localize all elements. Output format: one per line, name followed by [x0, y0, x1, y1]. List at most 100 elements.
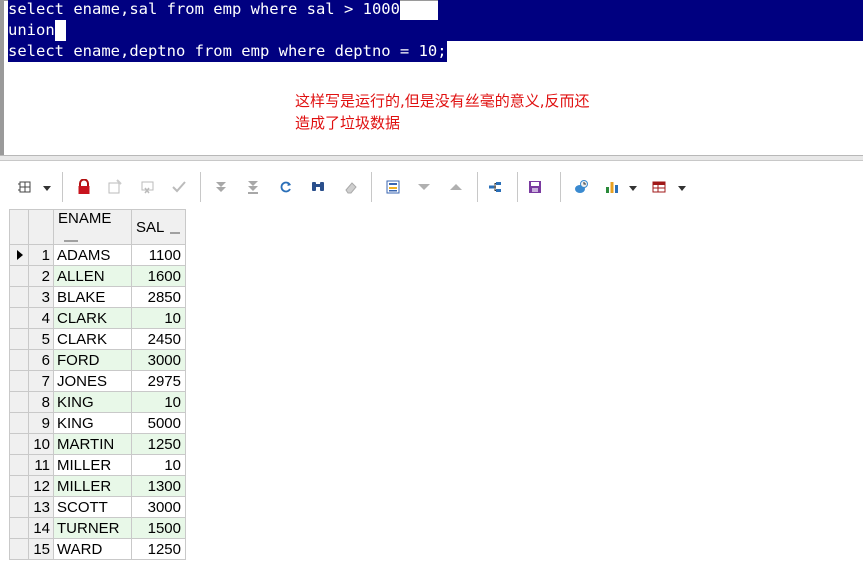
row-number: 3: [28, 286, 54, 308]
row-number: 12: [28, 475, 54, 497]
row-indicator[interactable]: [9, 244, 29, 266]
cell-sal[interactable]: 1600: [131, 265, 186, 287]
refresh-icon[interactable]: [275, 176, 297, 198]
row-number: 14: [28, 517, 54, 539]
post-changes-icon[interactable]: [168, 176, 190, 198]
column-header-ename[interactable]: ENAME: [53, 209, 132, 245]
cell-ename[interactable]: BLAKE: [53, 286, 132, 308]
chart-icon[interactable]: [601, 176, 623, 198]
link-icon[interactable]: [570, 176, 592, 198]
cell-sal[interactable]: 10: [131, 391, 186, 413]
row-indicator[interactable]: [9, 412, 29, 434]
toolbar-divider: [200, 172, 201, 202]
table-row[interactable]: 10 MARTIN 1250: [9, 433, 186, 455]
cell-sal[interactable]: 1500: [131, 517, 186, 539]
cell-ename[interactable]: MILLER: [53, 454, 132, 476]
grid-body: 1 ADAMS 1100 2 ALLEN 1600 3 BLAKE 2850 4 CLARK 10 5 C…: [9, 244, 186, 560]
chevron-down-icon[interactable]: [629, 186, 637, 191]
cell-ename[interactable]: ALLEN: [53, 265, 132, 287]
cell-ename[interactable]: FORD: [53, 349, 132, 371]
cell-ename[interactable]: TURNER: [53, 517, 132, 539]
cell-sal[interactable]: 1250: [131, 538, 186, 560]
sort-indicator[interactable]: [64, 240, 78, 242]
table-row[interactable]: 8 KING 10: [9, 391, 186, 413]
table-row[interactable]: 3 BLAKE 2850: [9, 286, 186, 308]
chevron-down-icon[interactable]: [678, 186, 686, 191]
row-indicator[interactable]: [9, 496, 29, 518]
table-row[interactable]: 6 FORD 3000: [9, 349, 186, 371]
clear-icon[interactable]: [340, 176, 362, 198]
column-header-sal[interactable]: SAL: [131, 209, 186, 245]
toolbar-divider: [560, 172, 561, 202]
next-record-icon[interactable]: [445, 176, 467, 198]
grid-options-icon[interactable]: [14, 176, 36, 198]
table-row[interactable]: 15 WARD 1250: [9, 538, 186, 560]
row-indicator[interactable]: [9, 265, 29, 287]
sql-line-1[interactable]: select ename,sal from emp where sal > 10…: [8, 0, 400, 20]
cell-sal[interactable]: 5000: [131, 412, 186, 434]
cell-ename[interactable]: WARD: [53, 538, 132, 560]
fetch-next-icon[interactable]: [210, 176, 232, 198]
row-indicator[interactable]: [9, 538, 29, 560]
cell-ename[interactable]: MILLER: [53, 475, 132, 497]
new-record-icon[interactable]: [104, 176, 126, 198]
row-indicator[interactable]: [9, 454, 29, 476]
row-indicator[interactable]: [9, 433, 29, 455]
row-indicator[interactable]: [9, 475, 29, 497]
export-icon[interactable]: [484, 176, 506, 198]
sql-line-2[interactable]: union: [8, 20, 55, 41]
cell-sal[interactable]: 1250: [131, 433, 186, 455]
cell-sal[interactable]: 2450: [131, 328, 186, 350]
row-indicator[interactable]: [9, 349, 29, 371]
row-indicator[interactable]: [9, 517, 29, 539]
row-indicator[interactable]: [9, 286, 29, 308]
cell-ename[interactable]: SCOTT: [53, 496, 132, 518]
table-row[interactable]: 13 SCOTT 3000: [9, 496, 186, 518]
table-row[interactable]: 2 ALLEN 1600: [9, 265, 186, 287]
current-row-arrow-icon: [17, 250, 23, 260]
previous-record-icon[interactable]: [413, 176, 435, 198]
row-number: 4: [28, 307, 54, 329]
table-row[interactable]: 7 JONES 2975: [9, 370, 186, 392]
query-by-example-icon[interactable]: [382, 176, 404, 198]
table-row[interactable]: 14 TURNER 1500: [9, 517, 186, 539]
cell-sal[interactable]: 2850: [131, 286, 186, 308]
cell-sal[interactable]: 2975: [131, 370, 186, 392]
cell-ename[interactable]: JONES: [53, 370, 132, 392]
cell-sal[interactable]: 10: [131, 454, 186, 476]
cell-sal[interactable]: 1100: [131, 244, 186, 266]
single-record-view-icon[interactable]: [648, 176, 670, 198]
row-number: 7: [28, 370, 54, 392]
table-row[interactable]: 1 ADAMS 1100: [9, 244, 186, 266]
fetch-all-icon[interactable]: [242, 176, 264, 198]
table-row[interactable]: 9 KING 5000: [9, 412, 186, 434]
save-icon[interactable]: [524, 176, 546, 198]
cell-ename[interactable]: MARTIN: [53, 433, 132, 455]
row-indicator[interactable]: [9, 307, 29, 329]
cell-ename[interactable]: KING: [53, 391, 132, 413]
cell-ename[interactable]: ADAMS: [53, 244, 132, 266]
sql-editor[interactable]: select ename,sal from emp where sal > 10…: [0, 0, 863, 155]
cell-sal[interactable]: 10: [131, 307, 186, 329]
table-row[interactable]: 11 MILLER 10: [9, 454, 186, 476]
table-row[interactable]: 12 MILLER 1300: [9, 475, 186, 497]
row-indicator[interactable]: [9, 370, 29, 392]
cell-ename[interactable]: KING: [53, 412, 132, 434]
table-row[interactable]: 5 CLARK 2450: [9, 328, 186, 350]
sort-indicator[interactable]: [170, 231, 181, 234]
find-icon[interactable]: [307, 176, 329, 198]
sql-line-3[interactable]: select ename,deptno from emp where deptn…: [8, 41, 447, 62]
delete-record-icon[interactable]: [137, 176, 159, 198]
row-indicator[interactable]: [9, 328, 29, 350]
row-indicator[interactable]: [9, 391, 29, 413]
cell-sal[interactable]: 3000: [131, 496, 186, 518]
table-row[interactable]: 4 CLARK 10: [9, 307, 186, 329]
chevron-down-icon[interactable]: [43, 186, 51, 191]
cell-ename[interactable]: CLARK: [53, 328, 132, 350]
lock-icon[interactable]: [73, 176, 95, 198]
row-number: 9: [28, 412, 54, 434]
cell-sal[interactable]: 3000: [131, 349, 186, 371]
cell-ename[interactable]: CLARK: [53, 307, 132, 329]
column-header-label: ENAME: [58, 210, 112, 227]
cell-sal[interactable]: 1300: [131, 475, 186, 497]
